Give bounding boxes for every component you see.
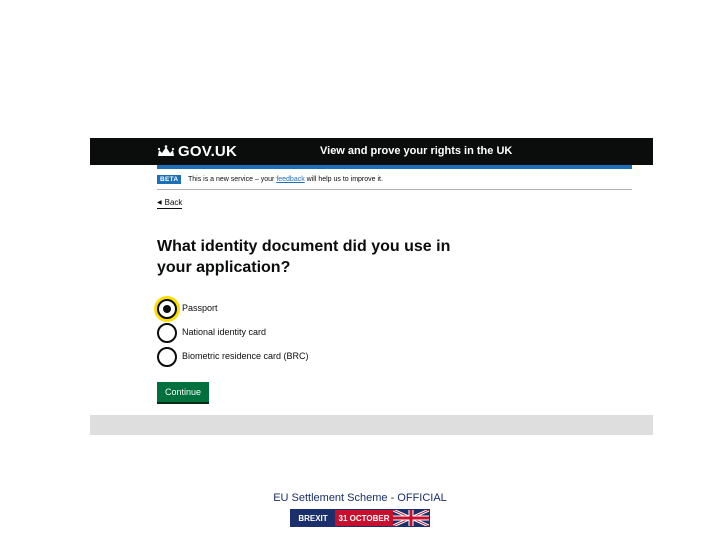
footer-strip: [90, 415, 653, 435]
govuk-logo-link[interactable]: GOV.UK: [178, 143, 237, 160]
phase-banner-text: This is a new service – your feedback wi…: [188, 176, 383, 183]
service-name-link[interactable]: View and prove your rights in the UK: [320, 145, 512, 157]
header-underline: [157, 165, 632, 169]
screenshot-panel: GOV.UK View and prove your rights in the…: [90, 138, 653, 435]
radio-label: National identity card: [182, 327, 267, 337]
page-heading: What identity document did you use in yo…: [157, 238, 451, 276]
govuk-header: GOV.UK View and prove your rights in the…: [90, 138, 653, 165]
brexit-logo: BREXIT 31 OCTOBER: [290, 509, 430, 527]
continue-button[interactable]: Continue: [157, 382, 209, 402]
brexit-logo-date: 31 OCTOBER: [335, 510, 393, 526]
radio-label: Biometric residence card (BRC): [182, 351, 309, 361]
back-link[interactable]: ◀ Back: [157, 198, 183, 209]
classification-label: EU Settlement Scheme - OFFICIAL: [273, 492, 447, 504]
phase-banner-text-after: will help us to improve it.: [304, 176, 383, 183]
phase-banner-text-before: This is a new service – your: [188, 176, 277, 183]
feedback-link[interactable]: feedback: [276, 176, 304, 183]
beta-tag: BETA: [157, 175, 182, 184]
union-flag-icon: [393, 510, 429, 526]
radio-button[interactable]: [157, 323, 177, 343]
radio-button-selected[interactable]: [157, 299, 177, 319]
back-link-label: Back: [164, 198, 183, 207]
back-arrow-icon: ◀: [157, 200, 162, 206]
crown-icon: [157, 145, 175, 156]
radio-button[interactable]: [157, 347, 177, 367]
phase-banner: BETA This is a new service – your feedba…: [157, 173, 632, 190]
brexit-logo-word: BREXIT: [291, 510, 335, 526]
radio-label: Passport: [182, 303, 218, 313]
